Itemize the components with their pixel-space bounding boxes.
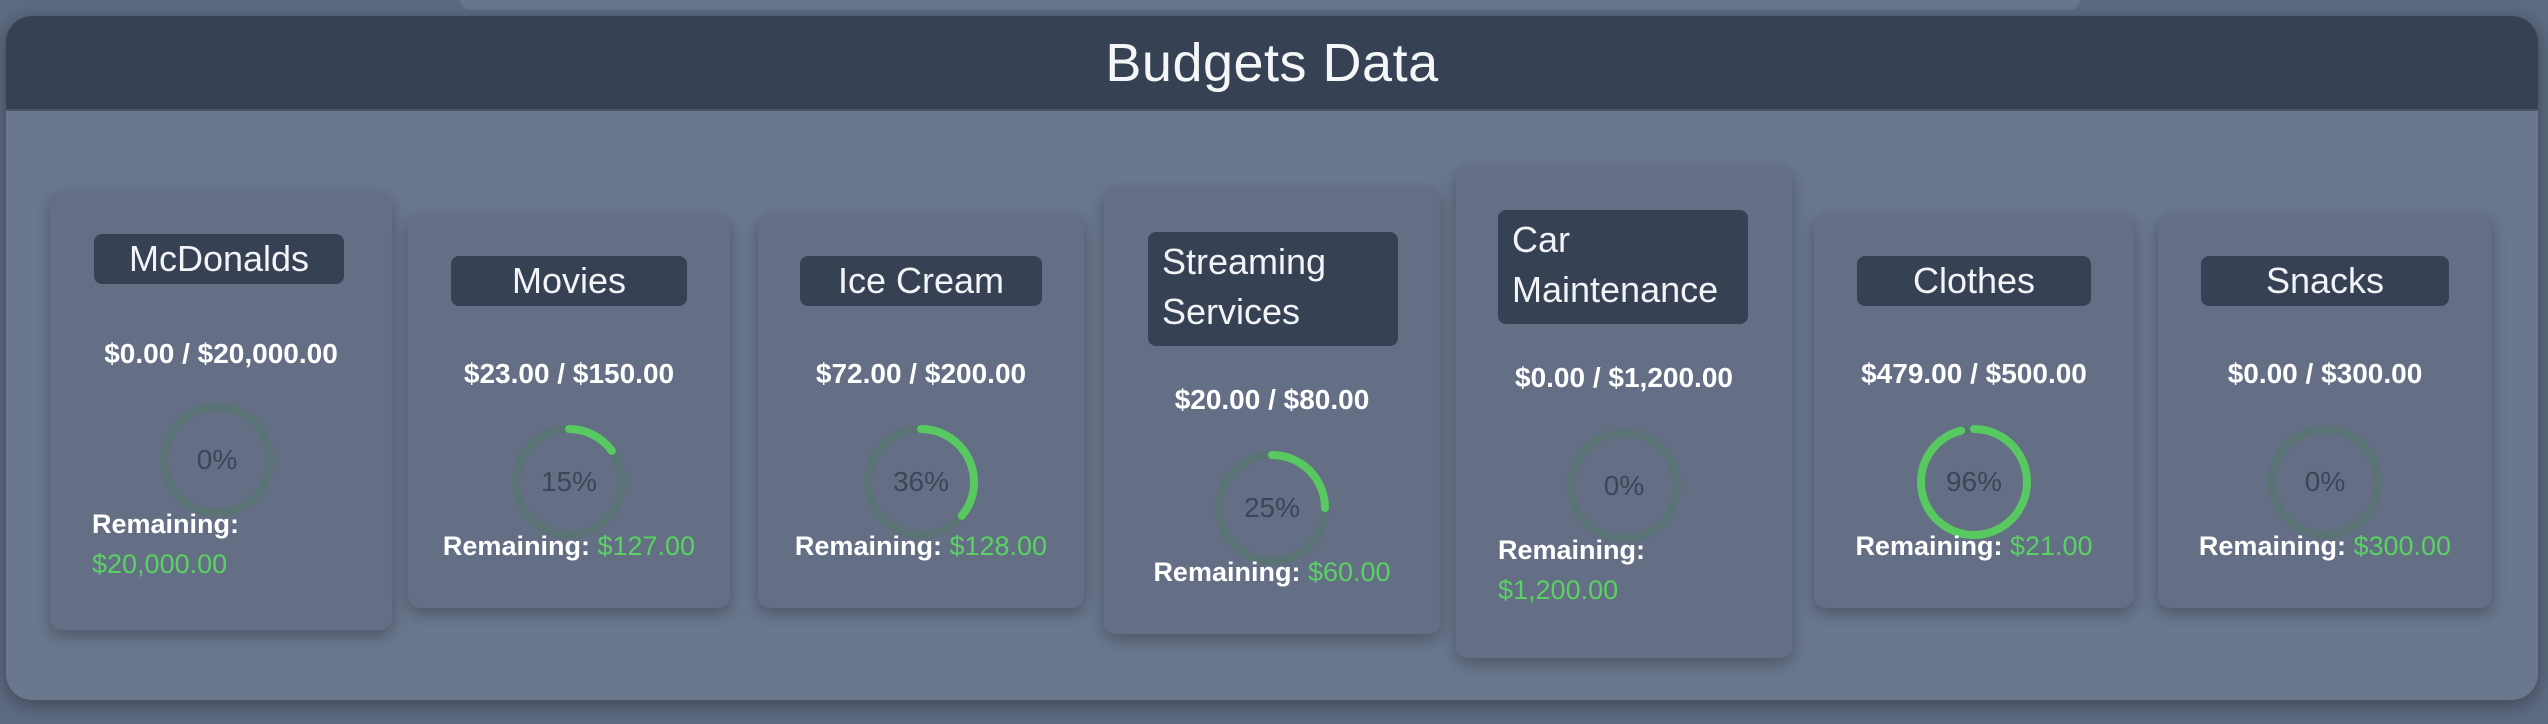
- progress-ring: 25%: [1212, 448, 1332, 568]
- budgets-panel: Budgets Data McDonalds $0.00 / $20,000.0…: [6, 16, 2538, 700]
- panel-header: Budgets Data: [6, 16, 2538, 111]
- progress-ring: 0%: [2265, 422, 2385, 542]
- budget-card-mcdonalds[interactable]: McDonalds $0.00 / $20,000.00 0% Remainin…: [50, 192, 392, 630]
- remaining-label: Remaining:: [794, 531, 942, 561]
- remaining-label: Remaining:: [92, 509, 240, 539]
- remaining-value: $127.00: [597, 531, 696, 561]
- remaining-text: Remaining: $60.00: [1104, 552, 1440, 592]
- remaining-label: Remaining:: [1153, 557, 1301, 587]
- progress-percent: 36%: [892, 466, 950, 497]
- budget-title: Snacks: [2201, 256, 2449, 306]
- budget-title: Streaming Services: [1148, 232, 1398, 346]
- progress-ring: 15%: [509, 422, 629, 542]
- budget-title: McDonalds: [94, 234, 344, 284]
- budget-card-car-maintenance[interactable]: Car Maintenance $0.00 / $1,200.00 0% Rem…: [1456, 166, 1792, 658]
- progress-percent: 25%: [1243, 492, 1301, 523]
- progress-ring: 96%: [1914, 422, 2034, 542]
- remaining-text: Remaining: $300.00: [2158, 526, 2492, 566]
- remaining-value: $1,200.00: [1498, 575, 1619, 605]
- budget-amount: $0.00 / $20,000.00: [104, 338, 338, 369]
- remaining-label: Remaining:: [442, 531, 590, 561]
- remaining-label: Remaining:: [1498, 535, 1646, 565]
- progress-percent: 15%: [540, 466, 598, 497]
- progress-percent: 96%: [1945, 466, 2003, 497]
- background-top-edge: [460, 0, 2080, 10]
- budget-card-snacks[interactable]: Snacks $0.00 / $300.00 0% Remaining: $30…: [2158, 214, 2492, 608]
- budget-card-clothes[interactable]: Clothes $479.00 / $500.00 96% Remaining:…: [1814, 214, 2134, 608]
- budget-amount: $72.00 / $200.00: [815, 358, 1027, 389]
- progress-percent: 0%: [1603, 470, 1645, 501]
- remaining-text: Remaining: $20,000.00: [92, 504, 382, 584]
- remaining-value: $21.00: [2009, 531, 2093, 561]
- budget-card-streaming-services[interactable]: Streaming Services $20.00 / $80.00 25% R…: [1104, 188, 1440, 634]
- remaining-label: Remaining:: [1855, 531, 2003, 561]
- page-title: Budgets Data: [1105, 32, 1439, 93]
- remaining-value: $300.00: [2353, 531, 2452, 561]
- budget-amount: $23.00 / $150.00: [463, 358, 675, 389]
- progress-ring: 36%: [861, 422, 981, 542]
- remaining-text: Remaining: $21.00: [1814, 526, 2134, 566]
- budget-amount: $20.00 / $80.00: [1174, 384, 1370, 415]
- remaining-value: $20,000.00: [92, 549, 228, 579]
- progress-percent: 0%: [2304, 466, 2346, 497]
- budget-title: Ice Cream: [800, 256, 1042, 306]
- budget-amount: $0.00 / $1,200.00: [1515, 362, 1733, 393]
- budget-amount: $0.00 / $300.00: [2227, 358, 2423, 389]
- remaining-text: Remaining: $127.00: [408, 526, 730, 566]
- remaining-label: Remaining:: [2198, 531, 2346, 561]
- budget-card-ice-cream[interactable]: Ice Cream $72.00 / $200.00 36% Remaining…: [758, 214, 1084, 608]
- progress-ring: 0%: [1564, 426, 1684, 546]
- budget-card-movies[interactable]: Movies $23.00 / $150.00 15% Remaining: $…: [408, 214, 730, 608]
- progress-ring: 0%: [157, 400, 277, 520]
- budget-title: Movies: [451, 256, 687, 306]
- budget-amount: $479.00 / $500.00: [1861, 358, 2087, 389]
- budget-title: Clothes: [1857, 256, 2091, 306]
- remaining-value: $128.00: [949, 531, 1048, 561]
- budget-title: Car Maintenance: [1498, 210, 1748, 324]
- remaining-value: $60.00: [1307, 557, 1391, 587]
- progress-percent: 0%: [196, 444, 238, 475]
- remaining-text: Remaining: $1,200.00: [1498, 530, 1788, 610]
- remaining-text: Remaining: $128.00: [758, 526, 1084, 566]
